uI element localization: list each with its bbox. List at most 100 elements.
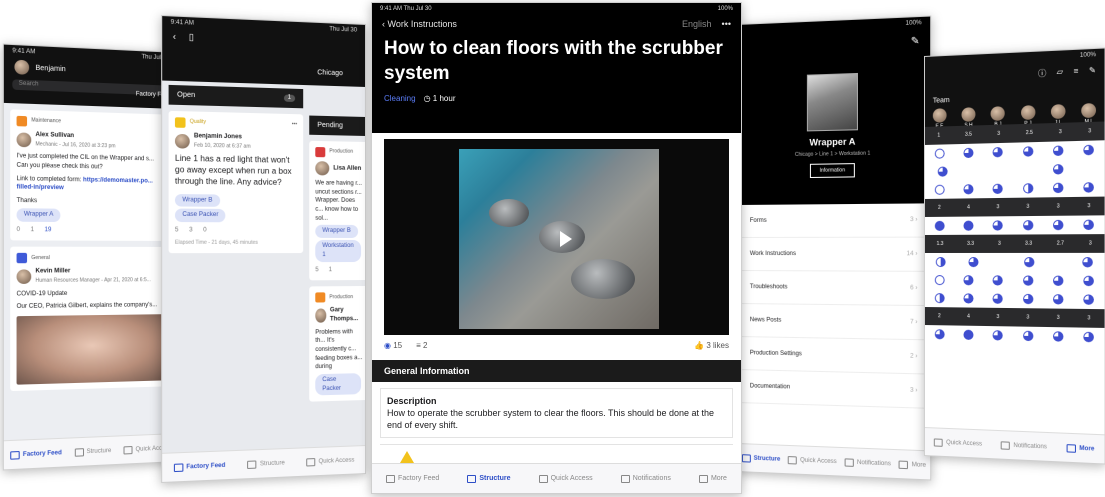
category-tag[interactable]: Cleaning bbox=[384, 94, 416, 103]
more-icon[interactable]: ••• bbox=[292, 122, 297, 129]
info-icon[interactable]: ⓘ bbox=[1038, 68, 1046, 80]
feed-post[interactable]: General Kevin Miller Human Resources Man… bbox=[10, 246, 172, 392]
issue-card[interactable]: Production Gary Thomps... Problems with … bbox=[309, 286, 366, 403]
skill-level-icon[interactable] bbox=[1022, 293, 1034, 305]
sidebar-toggle-icon[interactable]: ▯ bbox=[189, 32, 194, 44]
tab-quick-access[interactable]: Quick Access bbox=[787, 455, 837, 466]
skill-level-icon[interactable] bbox=[968, 257, 979, 268]
tab-label: Notifications bbox=[1013, 442, 1047, 450]
back-button[interactable]: ‹ Work Instructions bbox=[382, 19, 457, 29]
skill-level-icon[interactable] bbox=[937, 166, 948, 177]
skill-level-icon[interactable] bbox=[963, 329, 974, 340]
tab-structure[interactable]: Structure bbox=[741, 453, 780, 464]
skill-level-icon[interactable] bbox=[963, 275, 974, 286]
tab-quick-access[interactable]: Quick Access bbox=[306, 456, 354, 467]
tag-pill[interactable]: Case Packer bbox=[315, 373, 362, 396]
grid-value: 3 bbox=[1088, 128, 1092, 135]
filter-icon[interactable]: ≡ bbox=[1073, 66, 1078, 78]
issue-card[interactable]: Production Lisa Allen We are having r...… bbox=[309, 140, 366, 281]
language-selector[interactable]: English bbox=[682, 19, 712, 29]
comment-icon[interactable]: ▱ bbox=[1057, 67, 1063, 79]
skill-level-icon[interactable] bbox=[963, 293, 974, 304]
skill-level-icon[interactable] bbox=[936, 257, 946, 268]
feed-post[interactable]: Maintenance Alex Sullivan Mechanic - Jul… bbox=[10, 109, 172, 242]
skill-level-icon[interactable] bbox=[1022, 330, 1034, 342]
tag-pill[interactable]: Case Packer bbox=[174, 209, 226, 223]
skill-level-icon[interactable] bbox=[1052, 145, 1064, 157]
skill-level-icon[interactable] bbox=[1053, 164, 1064, 175]
skill-level-icon[interactable] bbox=[992, 293, 1004, 304]
tag-pill[interactable]: Wrapper A bbox=[16, 208, 61, 222]
skill-level-icon[interactable] bbox=[1022, 146, 1034, 157]
tab-notifications[interactable]: Notifications bbox=[620, 474, 671, 483]
skill-level-icon[interactable] bbox=[1022, 220, 1034, 231]
skill-level-icon[interactable] bbox=[992, 147, 1004, 158]
tab-more[interactable]: More bbox=[1066, 443, 1094, 454]
tab-structure[interactable]: Structure bbox=[74, 446, 111, 457]
menu-row-forms[interactable]: Forms 3 › bbox=[737, 203, 931, 238]
edit-icon[interactable]: ✎ bbox=[1089, 66, 1096, 78]
skill-level-icon[interactable] bbox=[1052, 182, 1064, 194]
tab-quick-access[interactable]: Quick Access bbox=[934, 437, 982, 448]
tab-factory-feed[interactable]: Factory Feed bbox=[386, 474, 439, 483]
skill-level-icon[interactable] bbox=[992, 330, 1004, 341]
skill-level-icon[interactable] bbox=[1083, 331, 1095, 343]
tab-more[interactable]: More bbox=[698, 474, 727, 483]
tab-more[interactable]: More bbox=[898, 460, 926, 469]
skill-level-icon[interactable] bbox=[992, 183, 1004, 195]
skill-level-icon[interactable] bbox=[1024, 257, 1035, 268]
feed-icon bbox=[173, 462, 184, 472]
skill-level-icon[interactable] bbox=[1083, 182, 1095, 193]
edit-icon[interactable]: ✎ bbox=[911, 36, 920, 48]
link-prefix: Link to completed form: bbox=[16, 175, 84, 184]
asset-thumbnail[interactable] bbox=[806, 72, 858, 132]
skill-level-icon[interactable] bbox=[934, 184, 945, 195]
skill-level-icon[interactable] bbox=[1081, 257, 1093, 268]
skill-level-icon[interactable] bbox=[1083, 219, 1095, 231]
tab-factory-feed[interactable]: Factory Feed bbox=[10, 449, 62, 460]
menu-row-work-instructions[interactable]: Work Instructions 14 › bbox=[737, 237, 931, 272]
tab-notifications[interactable]: Notifications bbox=[844, 457, 891, 468]
skill-level-icon[interactable] bbox=[1083, 275, 1095, 287]
skill-level-icon[interactable] bbox=[992, 220, 1004, 231]
tab-factory-feed[interactable]: Factory Feed bbox=[173, 461, 225, 472]
menu-row-documentation[interactable]: Documentation 3 › bbox=[737, 370, 931, 409]
likes-button[interactable]: 👍 3 likes bbox=[694, 341, 729, 350]
tag-pill[interactable]: Wrapper B bbox=[315, 225, 358, 239]
skill-level-icon[interactable] bbox=[1022, 275, 1034, 286]
post-photo[interactable] bbox=[16, 314, 166, 385]
skill-level-icon[interactable] bbox=[934, 293, 945, 304]
skill-level-icon[interactable] bbox=[934, 329, 945, 340]
video-player[interactable] bbox=[384, 139, 729, 335]
row-label: Forms bbox=[749, 217, 767, 224]
skill-level-icon[interactable] bbox=[1052, 331, 1064, 342]
tag-pill[interactable]: Workstation 1 bbox=[315, 240, 362, 262]
skill-level-icon[interactable] bbox=[934, 275, 945, 286]
skill-level-icon[interactable] bbox=[1083, 144, 1095, 156]
back-chevron-icon[interactable]: ‹ bbox=[173, 31, 176, 43]
play-icon[interactable] bbox=[560, 231, 572, 247]
menu-row-troubleshoots[interactable]: Troubleshoots 6 › bbox=[737, 271, 931, 307]
menu-row-news-posts[interactable]: News Posts 7 › bbox=[737, 304, 931, 341]
skill-level-icon[interactable] bbox=[1052, 294, 1064, 305]
issue-card[interactable]: Quality ••• Benjamin Jones Feb 10, 2020 … bbox=[168, 110, 304, 254]
information-button[interactable]: Information bbox=[810, 163, 855, 179]
skill-level-icon[interactable] bbox=[963, 147, 974, 159]
tab-quick-access[interactable]: Quick Access bbox=[538, 474, 593, 483]
more-icon[interactable]: ••• bbox=[722, 19, 731, 29]
tag-pill[interactable]: Wrapper B bbox=[174, 193, 220, 208]
skill-level-icon[interactable] bbox=[1052, 219, 1064, 231]
skill-level-icon[interactable] bbox=[963, 184, 974, 195]
skill-level-icon[interactable] bbox=[992, 275, 1004, 286]
tab-notifications[interactable]: Notifications bbox=[1001, 440, 1047, 451]
skill-level-icon[interactable] bbox=[934, 220, 945, 231]
tab-structure[interactable]: Structure bbox=[247, 459, 285, 469]
tab-structure[interactable]: Structure bbox=[467, 474, 511, 483]
skill-level-icon[interactable] bbox=[934, 148, 945, 159]
description-label: Description bbox=[387, 396, 437, 406]
menu-row-production-settings[interactable]: Production Settings 2 › bbox=[737, 337, 931, 375]
skill-level-icon[interactable] bbox=[1022, 183, 1034, 194]
skill-level-icon[interactable] bbox=[1052, 275, 1064, 286]
skill-level-icon[interactable] bbox=[1083, 294, 1095, 305]
skill-level-icon[interactable] bbox=[963, 220, 974, 231]
